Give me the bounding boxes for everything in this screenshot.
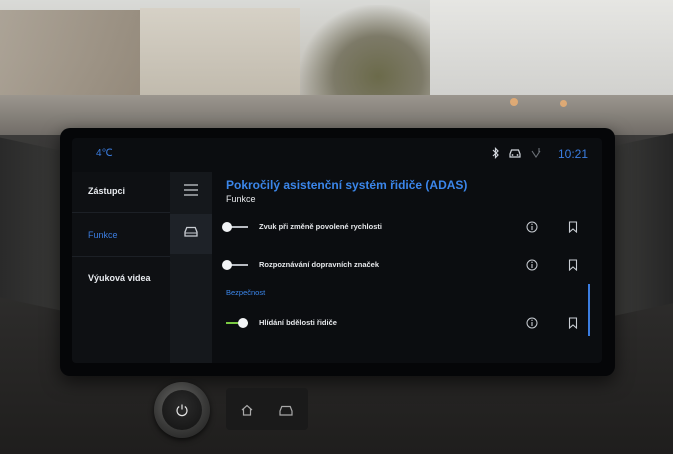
info-button[interactable] [525,316,538,329]
setting-row: Rozpoznávání dopravních značek [212,250,592,280]
home-button[interactable] [232,396,262,424]
car-icon [279,405,293,416]
status-bar: 4℃ 10:21 [72,138,602,172]
setting-row: Hlídání bdělosti řidiče [212,308,592,338]
setting-label: Rozpoznávání dopravních značek [259,260,380,269]
bookmark-icon [568,259,578,271]
signal-icon [530,147,542,162]
status-icons [492,147,542,162]
home-icon [241,404,253,416]
traffic-sign-recognition-toggle[interactable] [222,260,248,270]
dashboard-vent [610,133,673,317]
car-icon [183,225,199,243]
background-light [560,100,567,107]
info-button[interactable] [525,258,538,271]
car-icon [508,147,522,162]
menu-divider [72,212,170,213]
menu-divider [72,256,170,257]
power-icon [176,404,188,417]
info-icon [526,259,537,270]
section-heading: Bezpečnost [226,288,266,297]
icon-rail [170,172,212,363]
bookmark-button[interactable] [567,258,579,272]
clock: 10:21 [557,147,588,161]
driver-attention-toggle[interactable] [222,318,248,328]
speed-limit-sound-toggle[interactable] [222,222,248,232]
toggle-knob [222,260,232,270]
info-icon [526,317,537,328]
bookmark-icon [568,317,578,329]
menu-button[interactable] [170,172,212,212]
toggle-knob [222,222,232,232]
bookmark-button[interactable] [567,220,579,234]
menu-item-vyukova-videa[interactable]: Výuková videa [88,273,151,283]
content-panel: Pokročilý asistenční systém řidiče (ADAS… [212,172,602,363]
toggle-knob [238,318,248,328]
page-subtitle: Funkce [226,194,256,204]
power-button[interactable] [162,390,202,430]
setting-label: Hlídání bdělosti řidiče [259,318,337,327]
outside-temperature: 4℃ [96,148,113,159]
hamburger-icon [183,183,199,201]
bluetooth-icon [492,147,500,162]
vehicle-hardware-button[interactable] [271,396,301,424]
page-title: Pokročilý asistenční systém řidiče (ADAS… [226,178,468,192]
scrollbar[interactable] [588,284,590,336]
setting-row: Zvuk při změně povolené rychlosti [212,212,592,242]
menu-item-zastupci[interactable]: Zástupci [88,186,125,196]
setting-label: Zvuk při změně povolené rychlosti [259,222,382,231]
info-icon [526,221,537,232]
info-button[interactable] [525,220,538,233]
background-building [430,0,673,105]
menu-item-funkce[interactable]: Funkce [88,230,118,240]
left-menu: Zástupci Funkce Výuková videa [72,172,170,363]
bookmark-button[interactable] [567,316,579,330]
background-light [510,98,518,106]
vehicle-button[interactable] [170,214,212,254]
infotainment-screen: 4℃ 10:21 Zástupci Funkce Výuková videa P… [72,138,602,363]
bookmark-icon [568,221,578,233]
